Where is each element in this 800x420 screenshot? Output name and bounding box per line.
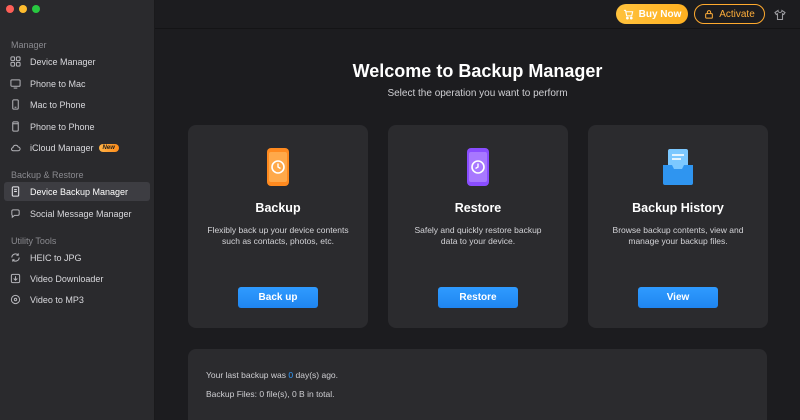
sidebar-item-label: Social Message Manager [30, 208, 132, 219]
sidebar-item-phone-to-phone[interactable]: Phone to Phone [4, 117, 150, 136]
activate-button[interactable]: Activate [694, 4, 765, 24]
buy-now-button[interactable]: Buy Now [616, 4, 688, 24]
sidebar: Manager Device Manager Phone to Mac Mac … [0, 0, 155, 420]
cloud-icon [10, 142, 21, 153]
close-window-button[interactable] [6, 5, 14, 13]
skin-shirt-icon[interactable] [774, 8, 786, 21]
activate-label: Activate [719, 8, 755, 20]
backup-history-card: Backup History Browse backup contents, v… [588, 125, 768, 328]
mac-to-phone-icon [10, 99, 21, 110]
section-title-backup-restore: Backup & Restore [11, 170, 84, 180]
chat-bubble-icon [10, 208, 21, 219]
sidebar-item-phone-to-mac[interactable]: Phone to Mac [4, 74, 150, 93]
last-backup-days: 0 [288, 370, 294, 380]
sidebar-item-label: Device Backup Manager [30, 186, 129, 197]
card-description: Safely and quickly restore backup data t… [398, 225, 558, 247]
zoom-window-button[interactable] [32, 5, 40, 13]
sidebar-item-label: Video to MP3 [30, 294, 84, 305]
sidebar-item-label: Device Manager [30, 56, 96, 67]
backup-files-text: Backup Files: 0 file(s), 0 B in total. [206, 389, 335, 399]
lock-icon [704, 9, 714, 19]
sidebar-item-video-downloader[interactable]: Video Downloader [4, 269, 150, 288]
card-description: Browse backup contents, view and manage … [598, 225, 758, 247]
new-badge: New [98, 143, 119, 152]
page-subtitle: Select the operation you want to perform [387, 88, 568, 99]
backup-device-icon [10, 186, 21, 197]
phone-to-phone-icon [10, 121, 21, 132]
sidebar-item-device-backup-manager[interactable]: Device Backup Manager [4, 182, 150, 201]
sidebar-item-video-to-mp3[interactable]: Video to MP3 [4, 290, 150, 309]
phone-restore-icon [388, 147, 568, 187]
cart-icon [623, 9, 634, 20]
card-description-line: data to your device. [440, 236, 516, 246]
card-description-line: manage your backup files. [628, 236, 728, 246]
window-controls [6, 5, 40, 13]
sidebar-item-device-manager[interactable]: Device Manager [4, 52, 150, 71]
backup-history-icon [588, 147, 768, 187]
restore-card: Restore Safely and quickly restore backu… [388, 125, 568, 328]
card-description: Flexibly back up your device contents su… [198, 225, 358, 247]
card-description-line: such as contacts, photos, etc. [222, 236, 334, 246]
view-button[interactable]: View [638, 287, 718, 308]
sidebar-item-label: iCloud Manager [30, 142, 94, 153]
music-disc-icon [10, 294, 21, 305]
last-backup-prefix: Your last backup was [206, 370, 287, 380]
sidebar-item-label: Phone to Mac [30, 78, 86, 89]
sidebar-item-label: Phone to Phone [30, 121, 95, 132]
sidebar-item-icloud-manager[interactable]: iCloud Manager New [4, 138, 150, 157]
sidebar-item-social-message-manager[interactable]: Social Message Manager [4, 204, 150, 223]
back-up-button[interactable]: Back up [238, 287, 318, 308]
backup-card: Backup Flexibly back up your device cont… [188, 125, 368, 328]
sidebar-item-heic-to-jpg[interactable]: HEIC to JPG [4, 248, 150, 267]
last-backup-text: Your last backup was 0 day(s) ago. [206, 370, 338, 380]
phone-backup-icon [188, 147, 368, 187]
section-title-manager: Manager [11, 40, 47, 50]
top-bar-divider [155, 28, 800, 29]
card-title: Backup [255, 201, 301, 215]
card-title: Backup History [632, 201, 724, 215]
buy-now-label: Buy Now [638, 8, 682, 20]
sidebar-item-mac-to-phone[interactable]: Mac to Phone [4, 95, 150, 114]
backup-info-panel: Your last backup was 0 day(s) ago. Backu… [188, 349, 767, 420]
download-icon [10, 273, 21, 284]
card-description-line: Safely and quickly restore backup [414, 225, 542, 235]
card-title: Restore [454, 201, 502, 215]
grid-icon [10, 56, 21, 67]
sidebar-item-label: Mac to Phone [30, 99, 86, 110]
section-title-utility-tools: Utility Tools [11, 236, 57, 246]
card-description-line: Flexibly back up your device contents [207, 225, 349, 235]
page-title: Welcome to Backup Manager [352, 61, 603, 81]
minimize-window-button[interactable] [19, 5, 27, 13]
phone-to-mac-icon [10, 78, 21, 89]
sidebar-item-label: Video Downloader [30, 273, 104, 284]
last-backup-suffix: day(s) ago. [295, 370, 339, 380]
restore-button[interactable]: Restore [438, 287, 518, 308]
sidebar-item-label: HEIC to JPG [30, 252, 82, 263]
card-description-line: Browse backup contents, view and [612, 225, 744, 235]
image-convert-icon [10, 252, 21, 263]
